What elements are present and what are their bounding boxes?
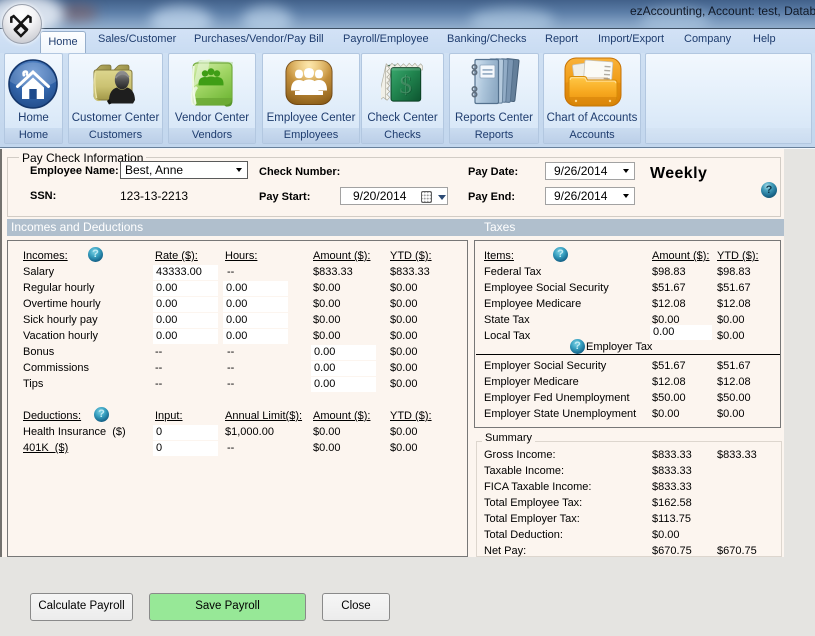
svg-text:$: $ <box>400 72 412 99</box>
